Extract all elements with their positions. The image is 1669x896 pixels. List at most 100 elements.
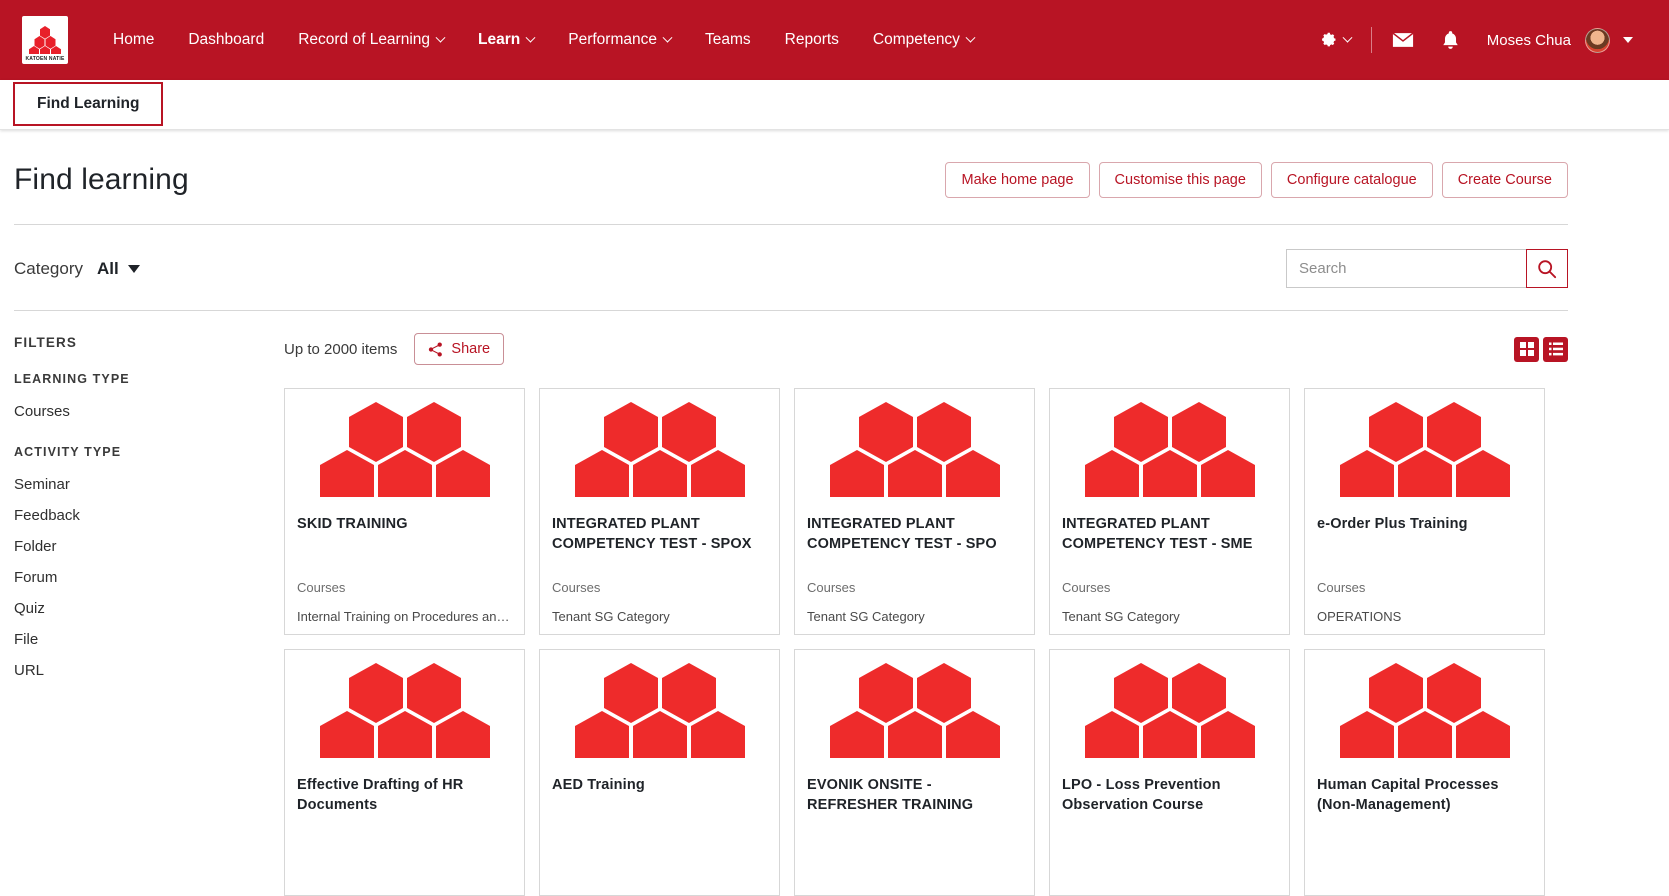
customise-this-page-button[interactable]: Customise this page <box>1099 162 1262 198</box>
filter-item-forum[interactable]: Forum <box>14 562 284 593</box>
course-meta <box>552 871 767 895</box>
tab-find-learning[interactable]: Find Learning <box>13 82 163 126</box>
nav-item-competency[interactable]: Competency <box>856 23 991 57</box>
grid-view-button[interactable] <box>1514 337 1539 362</box>
list-view-icon <box>1549 342 1563 356</box>
filter-item-file[interactable]: File <box>14 624 284 655</box>
nav-label: Record of Learning <box>298 31 430 49</box>
user-menu-button[interactable]: Moses Chua <box>1473 22 1647 59</box>
settings-menu-button[interactable] <box>1305 25 1365 56</box>
nav-item-performance[interactable]: Performance <box>551 23 688 57</box>
course-card[interactable]: Effective Drafting of HR Documents <box>284 649 525 896</box>
course-title: AED Training <box>552 775 767 795</box>
course-card[interactable]: INTEGRATED PLANT COMPETENCY TEST - SPOX … <box>539 388 780 635</box>
nav-item-learn[interactable]: Learn <box>461 23 551 57</box>
course-meta: Courses Tenant SG Category <box>807 580 1022 634</box>
configure-catalogue-button[interactable]: Configure catalogue <box>1271 162 1433 198</box>
nav-item-home[interactable]: Home <box>96 23 171 57</box>
course-card[interactable]: SKID TRAINING Courses Internal Training … <box>284 388 525 635</box>
course-type: Courses <box>807 580 1022 595</box>
avatar <box>1585 28 1610 53</box>
course-meta: Courses Tenant SG Category <box>1062 580 1277 634</box>
katoen-natie-logo[interactable]: KATOEN NATIE <box>22 16 68 64</box>
filters-sidebar: FILTERS LEARNING TYPE Courses ACTIVITY T… <box>14 311 284 896</box>
nav-right-actions: Moses Chua <box>1305 22 1653 59</box>
category-value: All <box>97 259 119 279</box>
course-type: Courses <box>297 580 512 595</box>
course-category: Internal Training on Procedures and Inst… <box>297 609 512 624</box>
category-search-bar: Category All <box>14 225 1568 311</box>
course-card-body: e-Order Plus Training Courses OPERATIONS <box>1305 504 1544 634</box>
filter-item-quiz[interactable]: Quiz <box>14 593 284 624</box>
course-card-body: INTEGRATED PLANT COMPETENCY TEST - SPOX … <box>540 504 779 634</box>
chevron-down-icon <box>663 32 673 42</box>
course-card-body: LPO - Loss Prevention Observation Course <box>1050 765 1289 895</box>
envelope-icon <box>1392 32 1414 48</box>
make-home-page-button[interactable]: Make home page <box>945 162 1089 198</box>
search-input[interactable] <box>1286 249 1526 288</box>
hexagon-pyramid-icon <box>1072 661 1268 765</box>
course-card[interactable]: INTEGRATED PLANT COMPETENCY TEST - SPO C… <box>794 388 1035 635</box>
course-title: SKID TRAINING <box>297 514 512 534</box>
messages-button[interactable] <box>1378 26 1428 54</box>
search-icon <box>1537 259 1557 279</box>
course-card[interactable]: INTEGRATED PLANT COMPETENCY TEST - SME C… <box>1049 388 1290 635</box>
course-thumbnail <box>1305 389 1544 504</box>
hexagon-pyramid-icon <box>562 661 758 765</box>
chevron-down-icon <box>526 32 536 42</box>
course-card[interactable]: EVONIK ONSITE - REFRESHER TRAINING <box>794 649 1035 896</box>
view-toggle <box>1514 337 1568 362</box>
filter-item-url[interactable]: URL <box>14 655 284 686</box>
filter-item-folder[interactable]: Folder <box>14 531 284 562</box>
share-button[interactable]: Share <box>414 333 504 365</box>
category-dropdown[interactable]: All <box>97 259 140 279</box>
filter-item-seminar[interactable]: Seminar <box>14 469 284 500</box>
course-type: Courses <box>1062 580 1277 595</box>
share-icon <box>428 342 443 357</box>
course-meta <box>1062 871 1277 895</box>
filter-group-learning-type: LEARNING TYPE <box>14 372 284 386</box>
nav-item-teams[interactable]: Teams <box>688 23 768 57</box>
results-count: Up to 2000 items <box>284 341 397 358</box>
hexagon-pyramid-icon <box>307 661 503 765</box>
chevron-down-icon <box>1623 37 1633 43</box>
course-title: Human Capital Processes (Non-Management) <box>1317 775 1532 815</box>
nav-item-reports[interactable]: Reports <box>768 23 856 57</box>
course-card-body: INTEGRATED PLANT COMPETENCY TEST - SPO C… <box>795 504 1034 634</box>
create-course-button[interactable]: Create Course <box>1442 162 1568 198</box>
course-card[interactable]: Human Capital Processes (Non-Management) <box>1304 649 1545 896</box>
course-thumbnail <box>795 650 1034 765</box>
course-type: Courses <box>1317 580 1532 595</box>
course-card[interactable]: AED Training <box>539 649 780 896</box>
course-meta: Courses Tenant SG Category <box>552 580 767 634</box>
filter-item-courses[interactable]: Courses <box>14 396 284 427</box>
secondary-tab-bar: Find Learning <box>0 80 1669 130</box>
bell-icon <box>1442 31 1459 50</box>
course-thumbnail <box>540 389 779 504</box>
course-title: LPO - Loss Prevention Observation Course <box>1062 775 1277 815</box>
nav-label: Teams <box>705 31 751 49</box>
category-label: Category <box>14 259 83 279</box>
course-title: INTEGRATED PLANT COMPETENCY TEST - SME <box>1062 514 1277 554</box>
hexagon-pyramid-icon <box>817 400 1013 504</box>
filter-group-activity-type: ACTIVITY TYPE <box>14 445 284 459</box>
course-card[interactable]: LPO - Loss Prevention Observation Course <box>1049 649 1290 896</box>
nav-item-dashboard[interactable]: Dashboard <box>171 23 281 57</box>
notifications-button[interactable] <box>1428 25 1473 56</box>
course-title: EVONIK ONSITE - REFRESHER TRAINING <box>807 775 1022 815</box>
course-card[interactable]: e-Order Plus Training Courses OPERATIONS <box>1304 388 1545 635</box>
course-card-grid: SKID TRAINING Courses Internal Training … <box>284 388 1568 896</box>
course-card-body: INTEGRATED PLANT COMPETENCY TEST - SME C… <box>1050 504 1289 634</box>
nav-item-record-of-learning[interactable]: Record of Learning <box>281 23 461 57</box>
filter-item-feedback[interactable]: Feedback <box>14 500 284 531</box>
results-panel: Up to 2000 items Share <box>284 311 1568 896</box>
content-body: FILTERS LEARNING TYPE Courses ACTIVITY T… <box>14 311 1568 896</box>
hexagon-pyramid-icon <box>1072 400 1268 504</box>
results-toolbar: Up to 2000 items Share <box>284 333 1568 365</box>
course-title: e-Order Plus Training <box>1317 514 1532 534</box>
search-submit-button[interactable] <box>1526 249 1568 288</box>
nav-label: Dashboard <box>188 31 264 49</box>
course-category: Tenant SG Category <box>807 609 1022 624</box>
nav-label: Home <box>113 31 154 49</box>
list-view-button[interactable] <box>1543 337 1568 362</box>
